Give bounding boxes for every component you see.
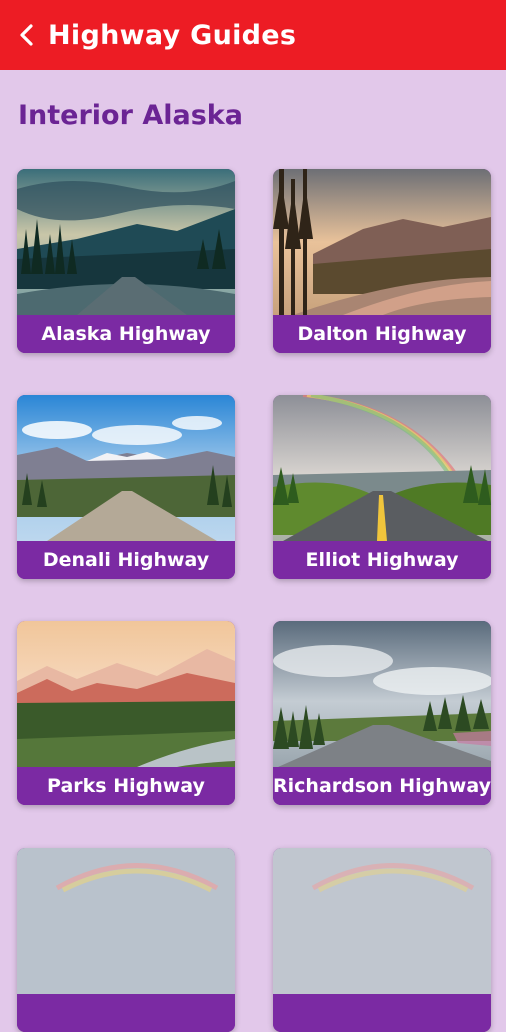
guide-card-denali-highway[interactable]: Denali Highway: [17, 395, 235, 579]
highway-photo: [273, 621, 491, 767]
card-label: Dalton Highway: [273, 315, 491, 353]
chevron-left-icon: [20, 24, 33, 46]
guide-card-elliot-highway[interactable]: Elliot Highway: [273, 395, 491, 579]
card-label: [273, 994, 491, 1032]
guide-card-parks-highway[interactable]: Parks Highway: [17, 621, 235, 805]
app-bar: Highway Guides: [0, 0, 506, 70]
card-label: Richardson Highway: [273, 767, 491, 805]
highway-photo: [273, 169, 491, 315]
highway-photo: [273, 848, 491, 994]
page-title: Highway Guides: [48, 19, 297, 51]
highway-photo: [17, 848, 235, 994]
guide-card-richardson-highway[interactable]: Richardson Highway: [273, 621, 491, 805]
guide-card[interactable]: [17, 848, 235, 1032]
card-label: Parks Highway: [17, 767, 235, 805]
card-label: Denali Highway: [17, 541, 235, 579]
section-title: Interior Alaska: [18, 100, 243, 131]
card-label: Alaska Highway: [17, 315, 235, 353]
highway-photo: [273, 395, 491, 541]
highway-photo: [17, 169, 235, 315]
highway-photo: [17, 621, 235, 767]
highway-photo: [17, 395, 235, 541]
guide-card[interactable]: [273, 848, 491, 1032]
guide-card-dalton-highway[interactable]: Dalton Highway: [273, 169, 491, 353]
back-button[interactable]: [14, 15, 40, 55]
card-label: [17, 994, 235, 1032]
guide-card-alaska-highway[interactable]: Alaska Highway: [17, 169, 235, 353]
card-label: Elliot Highway: [273, 541, 491, 579]
